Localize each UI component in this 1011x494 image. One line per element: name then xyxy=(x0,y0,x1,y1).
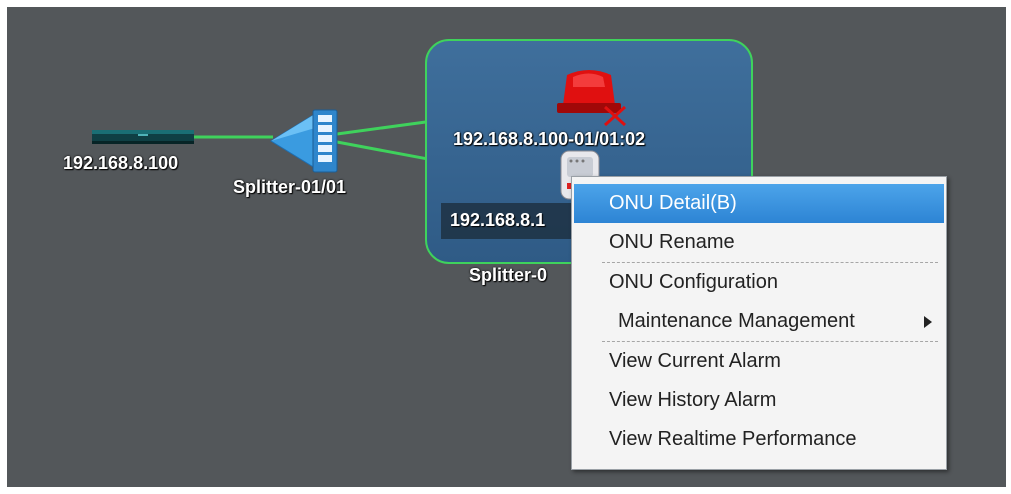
menu-item-onu-rename[interactable]: ONU Rename xyxy=(572,223,946,262)
olt-label: 192.168.8.100 xyxy=(63,153,179,173)
menu-item-view-history-alarm[interactable]: View History Alarm xyxy=(572,381,946,420)
onu-label-1: 192.168.8.100-01/01:02 xyxy=(453,129,646,149)
alarm-cross-icon xyxy=(603,105,627,127)
menu-item-view-realtime-performance[interactable]: View Realtime Performance xyxy=(572,420,946,459)
menu-item-maintenance-management-label: Maintenance Management xyxy=(618,310,855,332)
splitter-icon[interactable] xyxy=(269,108,343,174)
onu-context-menu: ONU Detail(B) ONU Rename ONU Configurati… xyxy=(571,176,947,470)
chevron-right-icon xyxy=(924,316,932,328)
onu-label-2: 192.168.8.1 xyxy=(450,210,546,230)
menu-item-maintenance-management[interactable]: Maintenance Management xyxy=(572,302,946,341)
menu-item-onu-detail[interactable]: ONU Detail(B) xyxy=(574,184,944,223)
splitter-label: Splitter-01/01 xyxy=(233,177,347,197)
menu-item-onu-configuration[interactable]: ONU Configuration xyxy=(572,263,946,302)
splitter-group-label: Splitter-0 xyxy=(469,265,548,285)
menu-item-view-current-alarm[interactable]: View Current Alarm xyxy=(572,342,946,381)
olt-device-icon[interactable] xyxy=(92,127,194,147)
